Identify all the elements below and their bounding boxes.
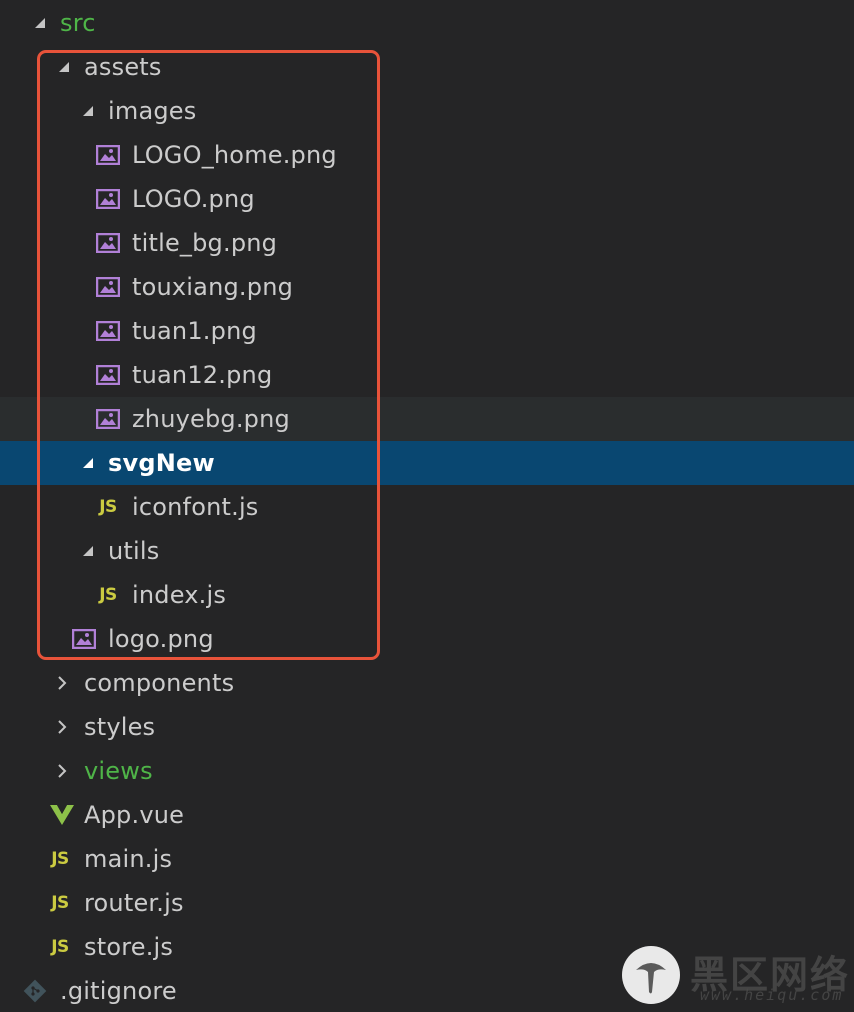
- chevron-right-icon[interactable]: [52, 673, 72, 693]
- chevron-expanded-icon[interactable]: [54, 57, 74, 77]
- tree-item-label: zhuyebg.png: [132, 405, 290, 433]
- file-explorer-tree: src assets images LOGO_home.png LOGO.png…: [0, 0, 854, 1012]
- tree-item-label: .gitignore: [60, 977, 177, 1005]
- watermark-url: www.heiqu.com: [700, 986, 844, 1004]
- chevron-right-icon[interactable]: [52, 761, 72, 781]
- image-file-icon: [95, 276, 121, 298]
- tree-item-router-js[interactable]: JS router.js: [0, 881, 854, 925]
- tree-item-app-vue[interactable]: App.vue: [0, 793, 854, 837]
- javascript-file-icon: JS: [51, 849, 69, 869]
- tree-item-label: assets: [84, 53, 162, 81]
- vue-file-icon: [49, 803, 75, 827]
- image-file-icon: [95, 188, 121, 210]
- tree-item-label: components: [84, 669, 235, 697]
- javascript-file-icon: JS: [51, 893, 69, 913]
- tree-item-images[interactable]: images: [0, 89, 854, 133]
- chevron-expanded-icon[interactable]: [30, 13, 50, 33]
- tree-item-utils[interactable]: utils: [0, 529, 854, 573]
- tree-item-styles[interactable]: styles: [0, 705, 854, 749]
- image-file-icon: [95, 232, 121, 254]
- tree-item-iconfont-js[interactable]: JS iconfont.js: [0, 485, 854, 529]
- tree-item-index-js[interactable]: JS index.js: [0, 573, 854, 617]
- tree-item-main-js[interactable]: JS main.js: [0, 837, 854, 881]
- tree-item-logo-png[interactable]: LOGO.png: [0, 177, 854, 221]
- chevron-expanded-icon[interactable]: [78, 541, 98, 561]
- chevron-expanded-icon[interactable]: [78, 101, 98, 121]
- tree-item-label: logo.png: [108, 625, 214, 653]
- tree-item-views[interactable]: views: [0, 749, 854, 793]
- image-file-icon: [95, 144, 121, 166]
- tree-item-logo-png-root[interactable]: logo.png: [0, 617, 854, 661]
- tree-item-label: iconfont.js: [132, 493, 259, 521]
- tree-item-label: src: [60, 9, 96, 37]
- tree-item-label: router.js: [84, 889, 184, 917]
- tree-item-components[interactable]: components: [0, 661, 854, 705]
- chevron-expanded-icon[interactable]: [78, 453, 98, 473]
- tree-item-label: LOGO.png: [132, 185, 255, 213]
- image-file-icon: [71, 628, 97, 650]
- tree-item-label: store.js: [84, 933, 174, 961]
- tree-item-label: LOGO_home.png: [132, 141, 337, 169]
- tree-item-touxiang-png[interactable]: touxiang.png: [0, 265, 854, 309]
- tree-item-label: index.js: [132, 581, 227, 609]
- tree-item-assets[interactable]: assets: [0, 45, 854, 89]
- tree-item-label: images: [108, 97, 197, 125]
- watermark: 黑区网络 www.heiqu.com: [618, 940, 854, 1010]
- tree-item-src[interactable]: src: [0, 1, 854, 45]
- image-file-icon: [95, 408, 121, 430]
- tree-item-label: views: [84, 757, 153, 785]
- watermark-logo-icon: [622, 946, 680, 1004]
- chevron-right-icon[interactable]: [52, 717, 72, 737]
- image-file-icon: [95, 320, 121, 342]
- tree-item-label: touxiang.png: [132, 273, 294, 301]
- tree-item-label: main.js: [84, 845, 173, 873]
- tree-item-label: styles: [84, 713, 156, 741]
- tree-item-label: tuan12.png: [132, 361, 273, 389]
- image-file-icon: [95, 364, 121, 386]
- tree-item-label: title_bg.png: [132, 229, 278, 257]
- tree-item-logo-home-png[interactable]: LOGO_home.png: [0, 133, 854, 177]
- git-file-icon: [22, 978, 48, 1004]
- tree-item-zhuyebg-png[interactable]: zhuyebg.png: [0, 397, 854, 441]
- tree-item-tuan1-png[interactable]: tuan1.png: [0, 309, 854, 353]
- tree-item-label: App.vue: [84, 801, 185, 829]
- javascript-file-icon: JS: [99, 585, 117, 605]
- tree-item-tuan12-png[interactable]: tuan12.png: [0, 353, 854, 397]
- javascript-file-icon: JS: [99, 497, 117, 517]
- tree-item-svgnew[interactable]: svgNew: [0, 441, 854, 485]
- tree-item-label: utils: [108, 537, 160, 565]
- tree-item-title-bg-png[interactable]: title_bg.png: [0, 221, 854, 265]
- tree-item-label: tuan1.png: [132, 317, 257, 345]
- tree-item-label: svgNew: [108, 449, 215, 477]
- javascript-file-icon: JS: [51, 937, 69, 957]
